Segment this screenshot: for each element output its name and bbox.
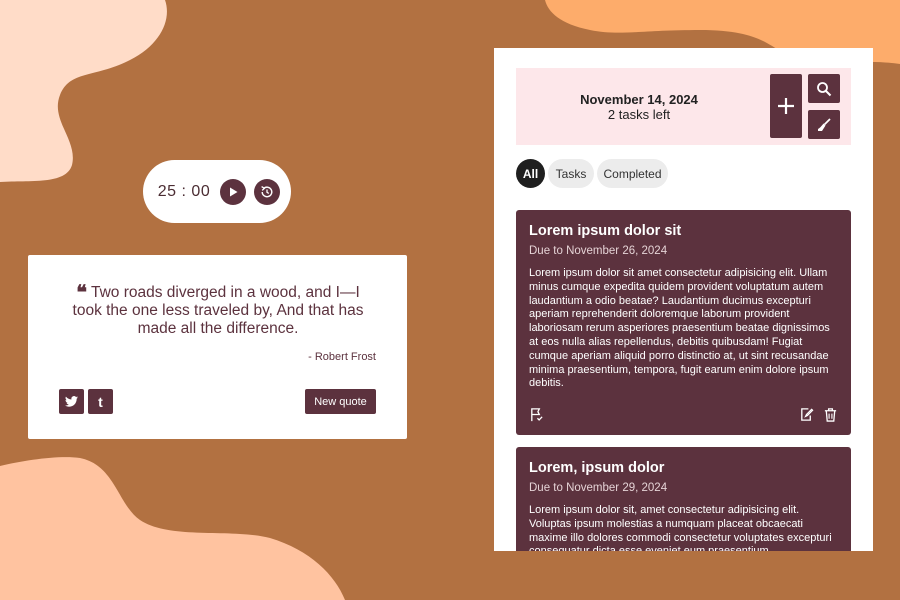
share-tumblr-button[interactable]: t — [88, 389, 113, 414]
tumblr-icon: t — [98, 393, 103, 410]
task-card[interactable]: Lorem, ipsum dolor Due to November 29, 2… — [516, 447, 851, 551]
quote-card: ❝ Two roads diverged in a wood, and I—I t… — [28, 255, 407, 439]
edit-icon[interactable] — [799, 407, 814, 422]
quote-author: - Robert Frost — [308, 351, 376, 363]
task-description: Lorem ipsum dolor sit, amet consectetur … — [529, 504, 832, 551]
broom-icon — [818, 117, 831, 131]
trash-icon[interactable] — [823, 407, 838, 422]
search-button[interactable] — [808, 74, 840, 103]
filter-completed[interactable]: Completed — [597, 159, 668, 188]
blob-bottom-left — [0, 457, 345, 600]
plus-icon — [778, 98, 794, 114]
task-due-date: Due to November 29, 2024 — [529, 482, 668, 494]
task-title: Lorem ipsum dolor sit — [529, 223, 682, 239]
quote-text-block: ❝ Two roads diverged in a wood, and I—I t… — [68, 280, 368, 338]
play-icon — [230, 187, 238, 196]
timer-display: 25 : 00 — [157, 182, 211, 200]
task-actions — [529, 407, 838, 423]
new-quote-button[interactable]: New quote — [305, 389, 376, 414]
todo-header: November 14, 2024 2 tasks left — [516, 68, 851, 145]
search-icon — [817, 81, 832, 96]
timer-reset-icon — [261, 185, 273, 197]
todo-panel: November 14, 2024 2 tasks left All Tasks… — [494, 48, 873, 551]
flag-check-icon[interactable] — [529, 407, 544, 422]
quote-text: Two roads diverged in a wood, and I—I to… — [72, 284, 364, 337]
reset-timer-button[interactable] — [254, 178, 281, 205]
quote-mark-icon: ❝ — [76, 280, 87, 304]
filter-tabs: All Tasks Completed — [516, 159, 668, 188]
task-description: Lorem ipsum dolor sit amet consectetur a… — [529, 267, 830, 390]
pomodoro-timer: 25 : 00 — [143, 160, 291, 223]
filter-all[interactable]: All — [516, 159, 545, 188]
task-due-date: Due to November 26, 2024 — [529, 245, 668, 257]
tasks-left-count: 2 tasks left — [607, 107, 671, 122]
current-date: November 14, 2024 — [580, 92, 698, 107]
blob-top-left — [0, 0, 167, 182]
add-task-button[interactable] — [770, 74, 802, 138]
play-button[interactable] — [220, 178, 247, 205]
clear-completed-button[interactable] — [808, 110, 840, 139]
task-card[interactable]: Lorem ipsum dolor sit Due to November 26… — [516, 210, 851, 435]
filter-tasks[interactable]: Tasks — [548, 159, 594, 188]
task-title: Lorem, ipsum dolor — [529, 460, 665, 476]
twitter-icon — [65, 396, 78, 407]
share-twitter-button[interactable] — [59, 389, 84, 414]
